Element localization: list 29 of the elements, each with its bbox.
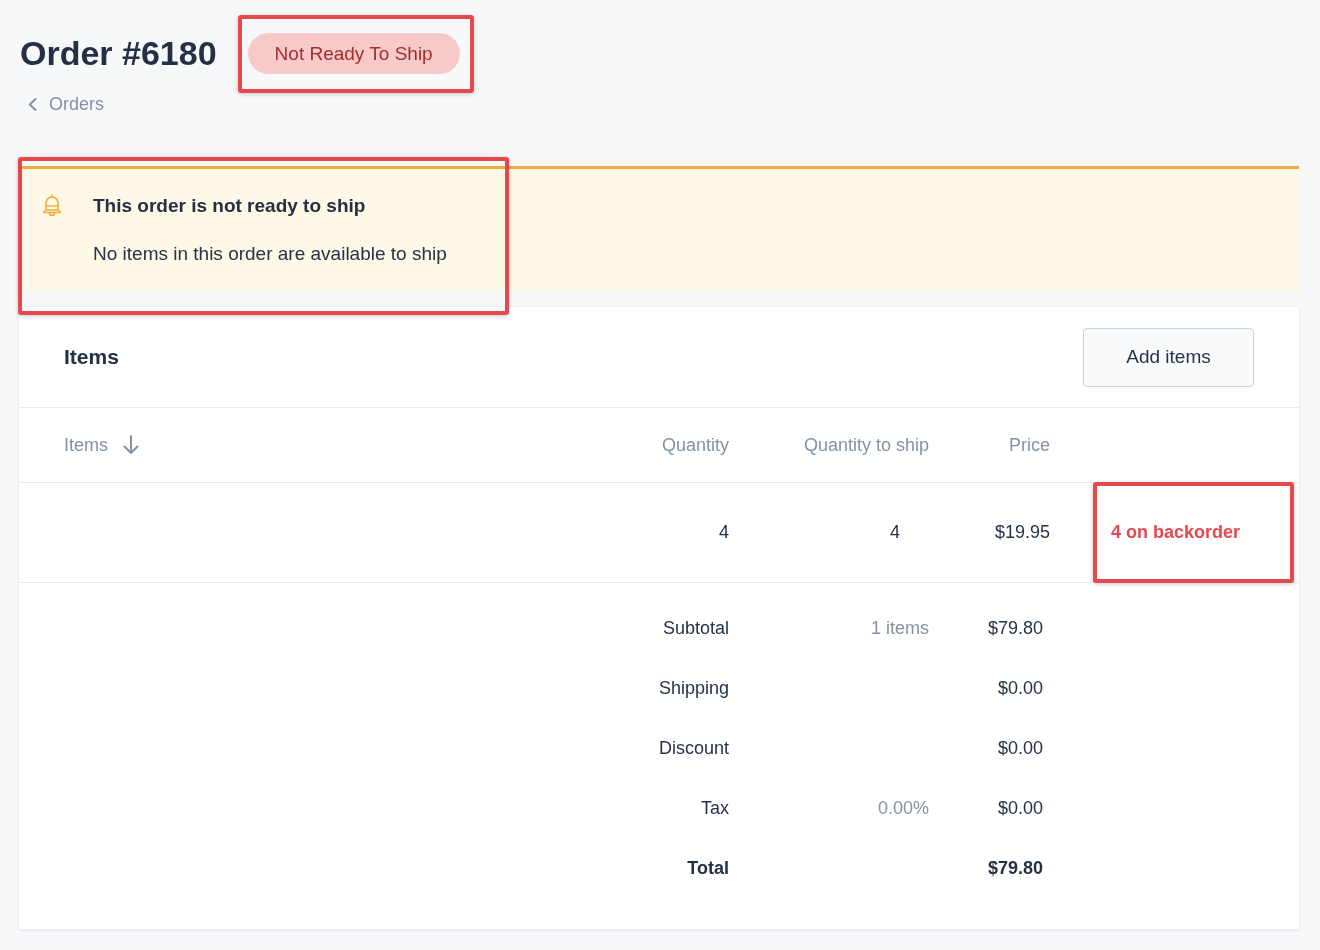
total-label: Subtotal: [662, 617, 729, 638]
total-label: Tax: [701, 797, 729, 818]
total-value: $0.00: [997, 797, 1043, 818]
column-header[interactable]: Quantity: [661, 434, 729, 456]
card-title: Items: [64, 345, 119, 369]
alert-message: No items in this order are available to ship: [93, 242, 447, 266]
column-header[interactable]: Price: [1009, 434, 1050, 456]
total-value: $0.00: [997, 677, 1043, 698]
bell-icon: [42, 194, 62, 218]
add-items-button[interactable]: Add items: [1083, 327, 1254, 387]
alert-title: This order is not ready to ship: [93, 194, 367, 218]
total-value: $79.80: [987, 617, 1043, 638]
total-label: Discount: [658, 737, 729, 758]
total-note: 1 items: [870, 617, 929, 638]
back-link[interactable]: Orders: [28, 92, 104, 116]
total-label: Total: [687, 857, 729, 878]
total-label: Shipping: [658, 677, 729, 698]
table-cell: 4: [890, 522, 900, 542]
table-cell: 4: [719, 522, 729, 542]
backorder-note: 4 on backorder: [1111, 522, 1241, 543]
total-value: $79.80: [987, 857, 1043, 878]
total-value: $0.00: [997, 737, 1043, 758]
column-header[interactable]: Items: [64, 434, 108, 456]
column-header[interactable]: Quantity to ship: [803, 434, 929, 456]
table-cell: $19.95: [994, 522, 1050, 542]
chevron-left-icon: [28, 97, 37, 111]
status-badge: Not Ready To Ship: [247, 33, 460, 74]
page-title: Order #6180: [20, 33, 217, 74]
total-note: 0.00%: [877, 797, 929, 818]
